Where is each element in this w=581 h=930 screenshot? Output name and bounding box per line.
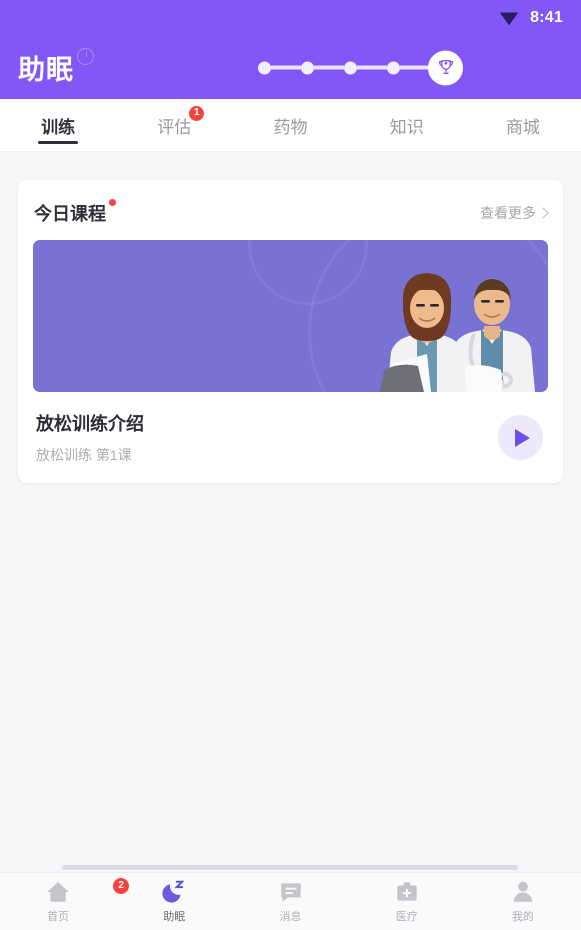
new-indicator-dot xyxy=(109,199,116,206)
nav-item-sleep[interactable]: 2 助眠 xyxy=(113,878,232,924)
message-icon xyxy=(280,883,301,902)
profile-icon xyxy=(513,881,533,902)
card-title: 今日课程 xyxy=(34,199,116,226)
nav-profile-label: 我的 xyxy=(511,911,534,923)
step-dot-1 xyxy=(258,61,271,74)
nav-sleep-badge: 2 xyxy=(113,878,130,894)
tab-assessment-badge: 1 xyxy=(189,105,205,121)
horizontal-scroll-indicator[interactable] xyxy=(62,865,518,870)
medical-icon xyxy=(396,882,417,901)
step-line-2 xyxy=(314,65,344,70)
play-icon xyxy=(515,428,530,447)
status-time: 8:41 xyxy=(530,9,563,26)
nav-item-profile[interactable]: 我的 xyxy=(465,879,581,924)
tab-knowledge[interactable]: 知识 xyxy=(349,99,465,151)
nav-item-message[interactable]: 消息 xyxy=(232,879,348,924)
tab-medication[interactable]: 药物 xyxy=(232,99,348,151)
tab-assessment-label: 评估 1 xyxy=(157,105,205,138)
play-button[interactable] xyxy=(498,415,543,460)
bottom-navigation: 首页 2 助眠 消息 医疗 我的 xyxy=(0,872,581,930)
course-banner[interactable] xyxy=(33,240,548,392)
status-bar: 8:41 xyxy=(0,0,581,36)
course-name: 放松训练介绍 xyxy=(36,414,144,434)
home-icon xyxy=(47,882,69,902)
course-subtitle: 放松训练 第1课 xyxy=(36,447,132,463)
tab-store[interactable]: 商城 xyxy=(465,99,581,151)
nav-message-label: 消息 xyxy=(279,911,302,923)
course-row[interactable]: 放松训练介绍 放松训练 第1课 xyxy=(18,392,563,471)
view-more-button[interactable]: 查看更多 xyxy=(480,203,549,223)
info-circle-icon[interactable] xyxy=(77,48,94,65)
step-dot-2 xyxy=(301,61,314,74)
step-line-3 xyxy=(357,65,387,70)
page-title: 助眠 xyxy=(18,55,74,85)
tab-training-label: 训练 xyxy=(41,117,76,137)
chevron-right-icon xyxy=(537,206,549,219)
step-line-1 xyxy=(271,65,301,70)
nav-home-label: 首页 xyxy=(47,911,70,923)
trophy-icon[interactable] xyxy=(428,50,463,85)
tab-store-label: 商城 xyxy=(505,117,540,137)
tab-assessment[interactable]: 评估 1 xyxy=(116,99,232,151)
nav-medical-label: 医疗 xyxy=(395,911,418,923)
nav-item-medical[interactable]: 医疗 xyxy=(349,879,465,924)
tab-bar: 训练 评估 1 药物 知识 商城 xyxy=(0,99,581,152)
wifi-signal-icon xyxy=(498,7,520,29)
tab-training[interactable]: 训练 xyxy=(0,99,116,151)
course-text-block: 放松训练介绍 放松训练 第1课 xyxy=(36,410,144,465)
nav-sleep-label: 助眠 xyxy=(163,911,186,923)
progress-stepper[interactable] xyxy=(258,50,463,85)
moon-icon xyxy=(162,880,185,903)
app-header: 助眠 xyxy=(0,36,581,99)
today-course-card: 今日课程 查看更多 放松训练介绍 放松训练 第1课 xyxy=(18,180,563,483)
tab-medication-label: 药物 xyxy=(273,117,308,137)
step-dot-3 xyxy=(344,61,357,74)
view-more-label: 查看更多 xyxy=(480,205,536,221)
main-content: 今日课程 查看更多 放松训练介绍 放松训练 第1课 xyxy=(0,152,581,872)
step-dot-4 xyxy=(387,61,400,74)
step-line-4 xyxy=(400,65,430,70)
two-doctors-illustration xyxy=(380,273,535,392)
nav-item-home[interactable]: 首页 xyxy=(0,879,116,924)
card-header: 今日课程 查看更多 xyxy=(18,180,563,240)
tab-knowledge-label: 知识 xyxy=(389,117,424,137)
